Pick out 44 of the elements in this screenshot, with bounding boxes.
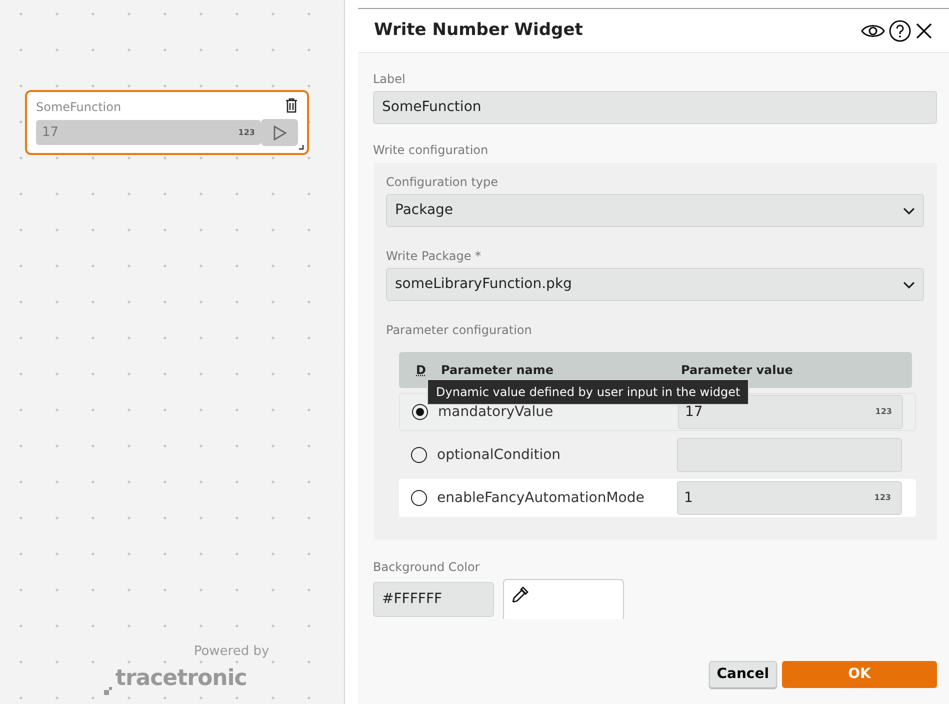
color-picker-field[interactable] xyxy=(503,579,624,619)
dialog-title: Write Number Widget xyxy=(374,18,584,42)
section-heading: Write configuration xyxy=(373,142,490,159)
field-label: Label xyxy=(373,71,406,88)
parameter-name: optionalCondition xyxy=(437,446,562,464)
help-button[interactable] xyxy=(887,20,913,42)
column-header: Parameter name xyxy=(441,362,554,379)
field-label: Configuration type xyxy=(386,174,500,191)
chevron-down-icon xyxy=(903,280,915,288)
dropdown-field[interactable]: Package xyxy=(386,194,924,227)
play-icon xyxy=(272,124,286,141)
chevron-down-icon xyxy=(903,206,915,214)
number-field[interactable]: 17 123 xyxy=(36,120,261,146)
column-header: Parameter value xyxy=(681,362,793,379)
column-header: D xyxy=(416,362,427,379)
parameter-value-field[interactable] xyxy=(677,438,902,472)
parameter-name: enableFancyAutomationMode xyxy=(437,488,646,508)
widget-label: SomeFunction xyxy=(36,99,122,116)
brand-name: tracetronic xyxy=(115,664,247,692)
help-icon xyxy=(889,20,911,42)
number-type-label: 123 xyxy=(875,406,892,418)
widget-card[interactable]: SomeFunction 17 123 xyxy=(25,90,309,155)
brand-logo-icon xyxy=(104,686,112,694)
color-hex-field[interactable]: #FFFFFF xyxy=(373,582,494,617)
parameter-value-field[interactable]: 1 123 xyxy=(677,481,902,515)
field-label: Background Color xyxy=(373,559,481,576)
radio-button[interactable] xyxy=(411,490,427,506)
label-field[interactable]: SomeFunction xyxy=(373,91,937,124)
tooltip-text: Dynamic value defined by user input in the widget xyxy=(427,379,750,405)
field-label: Write Package * xyxy=(386,248,482,265)
number-type-label: 123 xyxy=(874,492,891,504)
radio-button[interactable] xyxy=(411,447,427,463)
section-heading: Parameter configuration xyxy=(386,322,533,339)
dropdown-field[interactable]: someLibraryFunction.pkg xyxy=(386,268,924,301)
parameter-name: mandatoryValue xyxy=(438,402,554,422)
send-button[interactable] xyxy=(261,119,298,146)
radio-button[interactable] xyxy=(412,404,428,420)
resize-handle-icon[interactable] xyxy=(299,145,304,150)
close-icon xyxy=(915,22,933,40)
number-type-label: 123 xyxy=(238,126,255,139)
eyedropper-icon xyxy=(511,586,529,604)
trash-icon[interactable] xyxy=(285,98,298,113)
cancel-button[interactable]: Cancel xyxy=(708,661,777,688)
powered-by-text: Powered by xyxy=(192,643,270,661)
